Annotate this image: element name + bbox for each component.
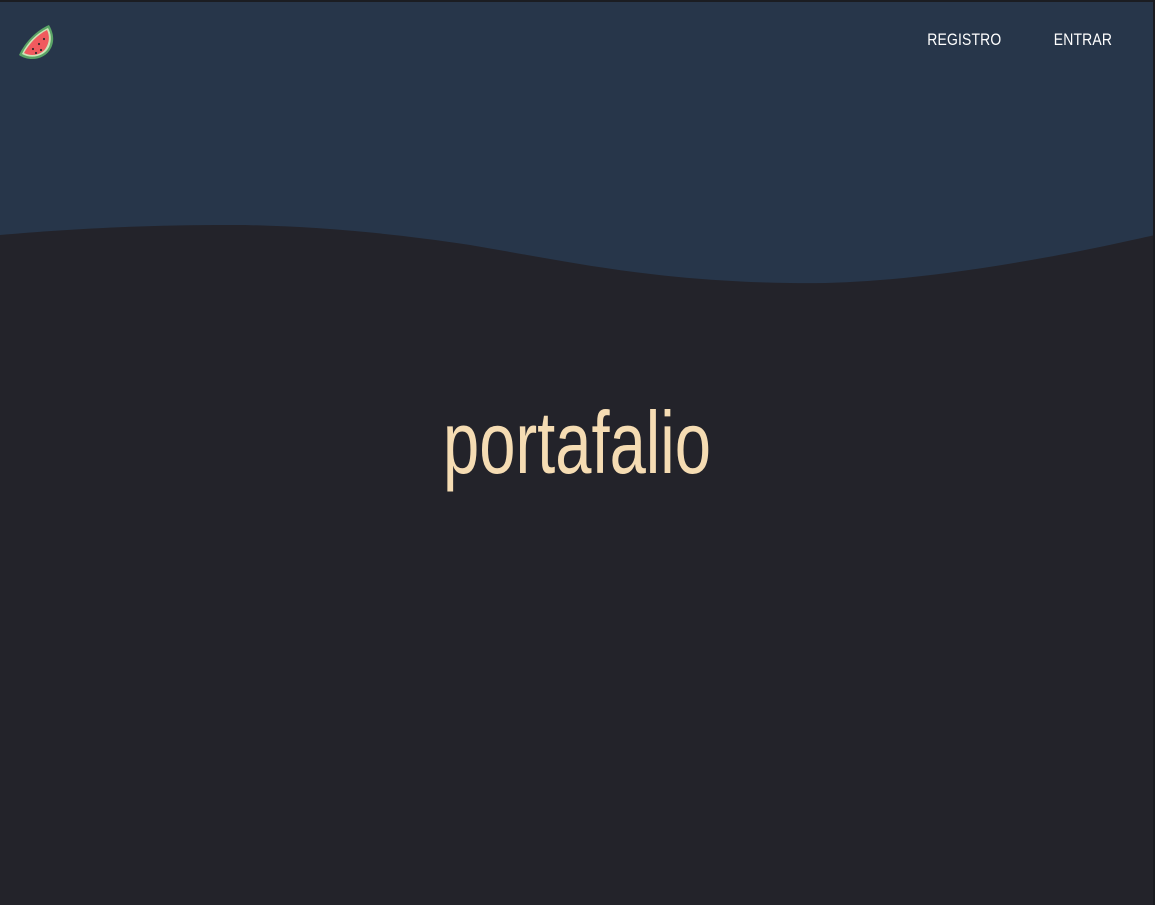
- nav-link-registro[interactable]: REGISTRO: [927, 30, 1001, 50]
- page: REGISTRO ENTRAR portafalio: [0, 0, 1155, 905]
- nav-links: REGISTRO ENTRAR: [911, 30, 1112, 50]
- navbar: REGISTRO ENTRAR: [0, 0, 1155, 86]
- watermelon-icon[interactable]: [15, 22, 57, 64]
- hero-title: portafalio: [0, 393, 1155, 493]
- nav-link-entrar[interactable]: ENTRAR: [1054, 30, 1112, 50]
- hero-title-text: portafalio: [443, 393, 712, 492]
